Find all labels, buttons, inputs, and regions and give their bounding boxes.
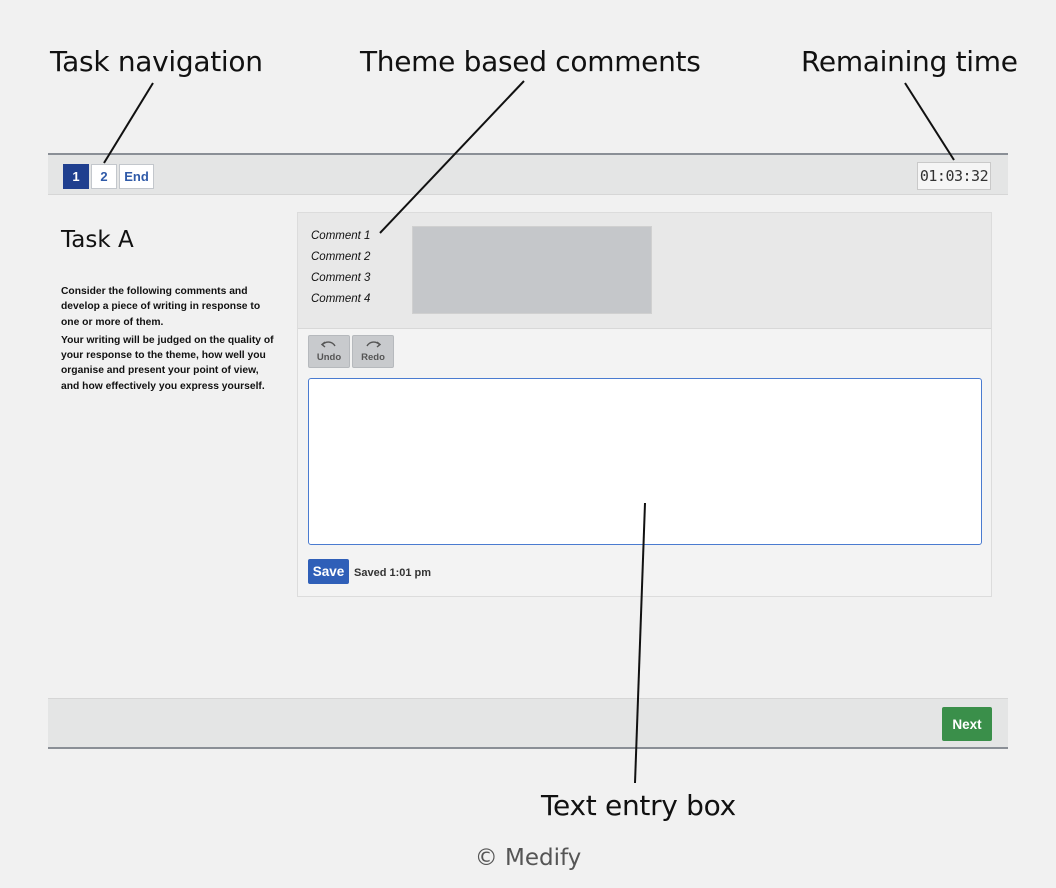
comment-link-2[interactable]: Comment 2 [311,251,370,263]
pointer-line-task-navigation [103,82,154,164]
pointer-line-remaining-time [904,82,955,161]
bottom-bar: Next [48,698,1008,749]
instruction-paragraph: Consider the following comments and deve… [61,286,261,328]
save-button[interactable]: Save [308,559,349,584]
instruction-paragraph: Your writing will be judged on the quali… [61,334,274,392]
next-button[interactable]: Next [942,707,992,741]
callout-theme-comments: Theme based comments [360,45,701,78]
nav-end-button[interactable]: End [119,164,154,189]
save-status: Saved 1:01 pm [354,567,432,579]
comment-link-4[interactable]: Comment 4 [311,293,370,305]
comment-link-1[interactable]: Comment 1 [311,230,370,242]
comment-link-3[interactable]: Comment 3 [311,272,370,284]
text-entry-box[interactable] [308,378,982,545]
callout-remaining-time: Remaining time [801,45,1018,78]
nav-task-2-button[interactable]: 2 [91,164,117,189]
callout-task-navigation: Task navigation [50,45,263,78]
copyright-text: © Medify [474,845,582,871]
undo-label: Undo [316,352,342,363]
top-bar: 1 2 End 01:03:32 [48,153,1008,195]
callout-text-entry: Text entry box [541,789,736,822]
undo-icon [321,341,336,348]
redo-label: Redo [361,352,385,363]
undo-button[interactable]: Undo [308,335,350,368]
redo-button[interactable]: Redo [352,335,394,368]
task-title: Task A [61,227,134,253]
comment-preview-box [412,226,652,314]
nav-task-1-button[interactable]: 1 [63,164,89,189]
task-instructions: Consider the following comments and deve… [61,284,276,397]
exam-window: 1 2 End 01:03:32 Task A Consider the fol… [48,153,1008,749]
redo-icon [366,341,381,348]
theme-comments: Comment 1 Comment 2 Comment 3 Comment 4 [298,213,991,329]
response-panel: Comment 1 Comment 2 Comment 3 Comment 4 … [297,212,992,597]
remaining-time-display: 01:03:32 [917,162,991,190]
